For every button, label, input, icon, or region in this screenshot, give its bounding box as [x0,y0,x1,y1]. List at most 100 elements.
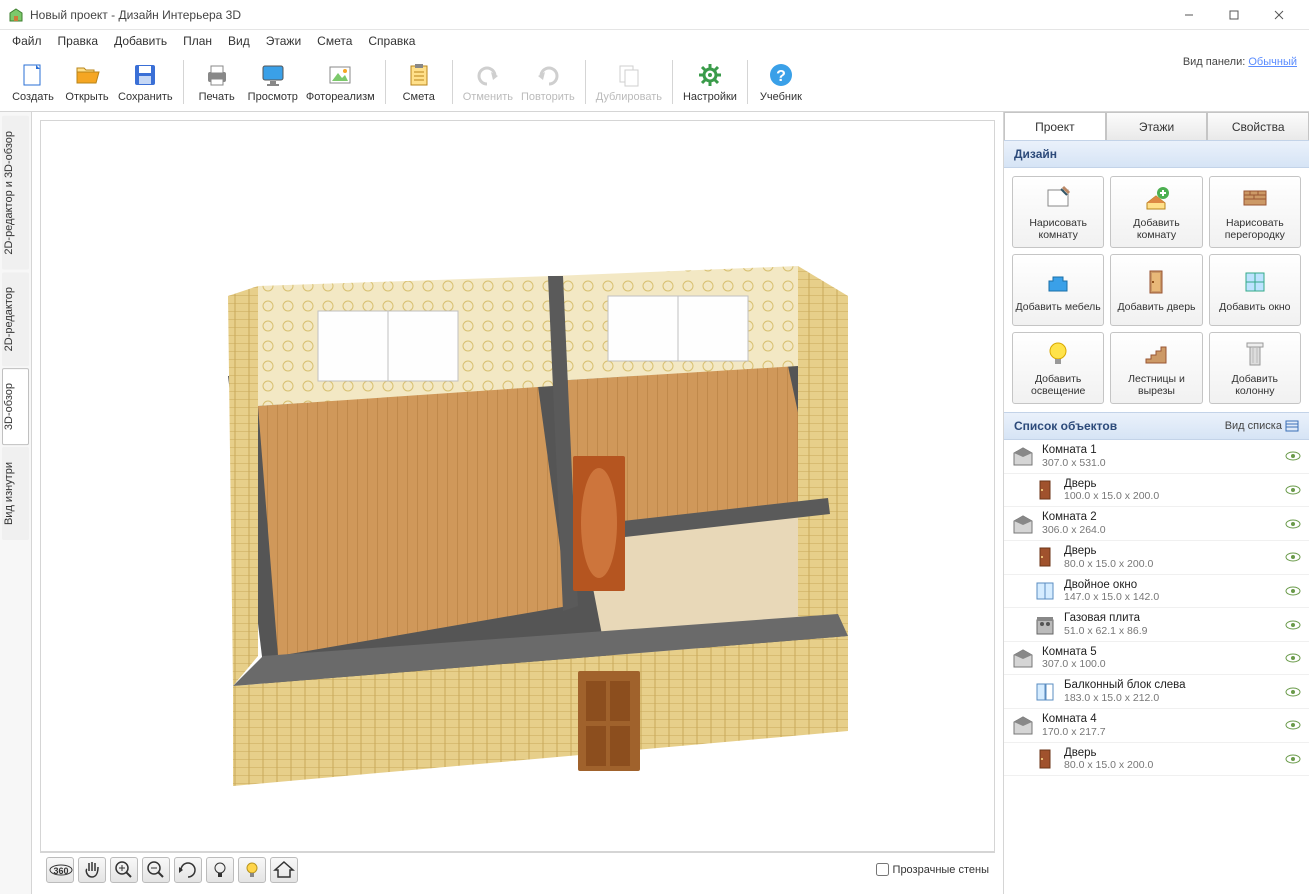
viewport-3d[interactable] [40,120,995,852]
object-row[interactable]: Комната 4170.0 x 217.7 [1004,709,1309,743]
toolbar-open-button[interactable]: Открыть [60,56,114,108]
toolbar-label: Фотореализм [306,91,375,103]
design-light-button[interactable]: Добавить освещение [1012,332,1104,404]
objects-view-toggle[interactable]: Вид списка [1225,420,1299,432]
menu-План[interactable]: План [175,31,220,51]
design-draw-room-button[interactable]: Нарисовать комнату [1012,176,1104,248]
design-tools-grid: Нарисовать комнатуДобавить комнатуНарисо… [1004,168,1309,412]
visibility-toggle[interactable] [1285,451,1301,461]
design-stairs-button[interactable]: Лестницы и вырезы [1110,332,1202,404]
menu-Вид[interactable]: Вид [220,31,258,51]
visibility-toggle[interactable] [1285,653,1301,663]
transparent-walls-checkbox[interactable] [876,863,889,876]
gear-icon [696,61,724,89]
view-zoom-out-button[interactable] [142,857,170,883]
toolbar-label: Дублировать [596,91,662,103]
view-bulb-off-button[interactable] [206,857,234,883]
view-tab[interactable]: 2D-редактор и 3D-обзор [2,116,29,270]
view-zoom-in-button[interactable] [110,857,138,883]
toolbar-label: Учебник [760,91,802,103]
toolbar-separator [183,60,184,104]
object-dims: 306.0 x 264.0 [1042,524,1285,536]
transparent-walls-check[interactable]: Прозрачные стены [876,863,989,876]
object-title: Комната 5 [1042,646,1285,659]
open-icon [73,61,101,89]
visibility-toggle[interactable] [1285,586,1301,596]
design-column-button[interactable]: Добавить колонну [1209,332,1301,404]
minimize-button[interactable] [1166,0,1211,30]
door-icon [1034,546,1056,568]
object-title: Комната 2 [1042,511,1285,524]
redo-icon [534,61,562,89]
right-tab[interactable]: Этажи [1106,112,1208,140]
object-row[interactable]: Двойное окно147.0 x 15.0 x 142.0 [1004,575,1309,609]
menu-Правка[interactable]: Правка [50,31,107,51]
right-tab[interactable]: Проект [1004,112,1106,140]
menu-Справка[interactable]: Справка [360,31,423,51]
menu-Добавить[interactable]: Добавить [106,31,175,51]
titlebar: Новый проект - Дизайн Интерьера 3D [0,0,1309,30]
object-row[interactable]: Комната 5307.0 x 100.0 [1004,642,1309,676]
toolbar-photo-button[interactable]: Фотореализм [302,56,379,108]
toolbar-gear-button[interactable]: Настройки [679,56,741,108]
right-tab[interactable]: Свойства [1207,112,1309,140]
toolbar-print-button[interactable]: Печать [190,56,244,108]
window-icon [1240,267,1270,297]
object-row[interactable]: Дверь100.0 x 15.0 x 200.0 [1004,474,1309,508]
toolbar-clipboard-button[interactable]: Смета [392,56,446,108]
visibility-toggle[interactable] [1285,720,1301,730]
view-tab[interactable]: 3D-обзор [2,368,29,445]
toolbar-help-button[interactable]: ? Учебник [754,56,808,108]
view-hand-button[interactable] [78,857,106,883]
clipboard-icon [405,61,433,89]
object-row[interactable]: Балконный блок слева183.0 x 15.0 x 212.0 [1004,675,1309,709]
visibility-toggle[interactable] [1285,754,1301,764]
view-360-button[interactable]: 360 [46,857,74,883]
design-partition-button[interactable]: Нарисовать перегородку [1209,176,1301,248]
svg-text:?: ? [776,68,786,85]
add-room-icon [1141,183,1171,213]
view-rotate-button[interactable] [174,857,202,883]
object-title: Двойное окно [1064,579,1285,592]
design-add-room-button[interactable]: Добавить комнату [1110,176,1202,248]
menu-Этажи[interactable]: Этажи [258,31,309,51]
design-furniture-button[interactable]: Добавить мебель [1012,254,1104,326]
vertical-tabs: 2D-редактор и 3D-обзор2D-редактор3D-обзо… [0,112,32,894]
toolbar-separator [747,60,748,104]
design-window-button[interactable]: Добавить окно [1209,254,1301,326]
object-row[interactable]: Дверь80.0 x 15.0 x 200.0 [1004,743,1309,777]
panel-link-value[interactable]: Обычный [1248,56,1297,68]
view-home-button[interactable] [270,857,298,883]
print-icon [203,61,231,89]
visibility-toggle[interactable] [1285,485,1301,495]
object-row[interactable]: Дверь80.0 x 15.0 x 200.0 [1004,541,1309,575]
object-dims: 147.0 x 15.0 x 142.0 [1064,591,1285,603]
close-button[interactable] [1256,0,1301,30]
menu-Смета[interactable]: Смета [309,31,360,51]
rotate-icon [175,857,201,883]
view-tab[interactable]: Вид изнутри [2,447,29,540]
visibility-toggle[interactable] [1285,687,1301,697]
toolbar-new-button[interactable]: Создать [6,56,60,108]
object-row[interactable]: Газовая плита51.0 x 62.1 x 86.9 [1004,608,1309,642]
stairs-icon [1141,339,1171,369]
toolbar-monitor-button[interactable]: Просмотр [244,56,302,108]
visibility-toggle[interactable] [1285,519,1301,529]
view-bulb-on-button[interactable] [238,857,266,883]
maximize-button[interactable] [1211,0,1256,30]
object-dims: 307.0 x 100.0 [1042,658,1285,670]
design-door-button[interactable]: Добавить дверь [1110,254,1202,326]
visibility-toggle[interactable] [1285,552,1301,562]
object-row[interactable]: Комната 1307.0 x 531.0 [1004,440,1309,474]
apartment-3d-render [158,176,878,796]
furniture-icon [1043,267,1073,297]
panel-view-link: Вид панели: Обычный [1183,56,1297,68]
toolbar-separator [672,60,673,104]
object-row[interactable]: Комната 2306.0 x 264.0 [1004,507,1309,541]
visibility-toggle[interactable] [1285,620,1301,630]
toolbar-save-button[interactable]: Сохранить [114,56,177,108]
view-tab[interactable]: 2D-редактор [2,272,29,366]
object-dims: 307.0 x 531.0 [1042,457,1285,469]
menu-Файл[interactable]: Файл [4,31,50,51]
object-title: Комната 1 [1042,444,1285,457]
